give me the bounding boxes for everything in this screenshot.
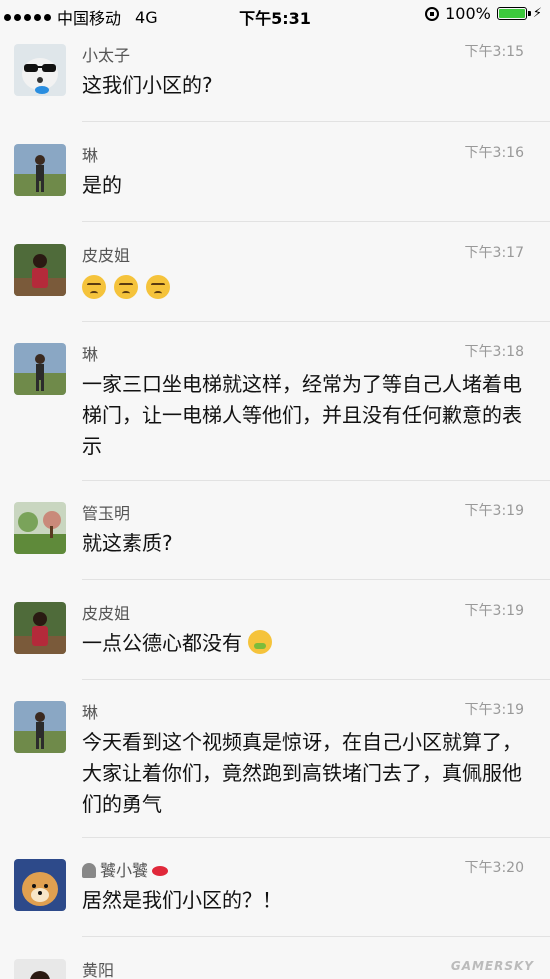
comment-text: 居然是我们小区的？！ bbox=[82, 888, 282, 912]
comment-text: 今天看到这个视频真是惊讶，在自己小区就算了，大家让着你们，竟然跑到高铁堵门去了，… bbox=[82, 730, 522, 816]
comment-item[interactable]: 琳 下午3:18 一家三口坐电梯就这样，经常为了等自己人堵着电梯门，让一电梯人等… bbox=[0, 341, 550, 481]
comment-author-text: 饕小饕 bbox=[100, 861, 149, 880]
comment-time: 下午3:15 bbox=[464, 44, 524, 60]
battery-fill bbox=[498, 9, 525, 18]
divider bbox=[82, 121, 550, 122]
comment-text: 是的 bbox=[82, 173, 122, 197]
comment-item[interactable]: 皮皮姐 下午3:17 bbox=[0, 242, 550, 322]
avatar[interactable] bbox=[14, 602, 66, 654]
comment-text bbox=[82, 270, 526, 301]
divider bbox=[82, 936, 550, 937]
watermark: GAMERSKY bbox=[450, 959, 534, 973]
avatar[interactable] bbox=[14, 44, 66, 96]
comment-author: 皮皮姐 bbox=[82, 246, 131, 265]
avatar[interactable] bbox=[14, 859, 66, 911]
comment-time: 下午3:16 bbox=[464, 145, 524, 161]
comment-author: 琳 bbox=[82, 146, 99, 165]
unamused-face-icon bbox=[114, 274, 138, 299]
unamused-face-icon bbox=[82, 274, 106, 299]
battery-percent: 100% bbox=[445, 4, 491, 23]
comment-text-content: 一点公德心都没有 bbox=[82, 631, 242, 655]
comment-item[interactable]: 琳 下午3:16 是的 bbox=[0, 142, 550, 222]
divider bbox=[82, 480, 550, 481]
comment-time: 下午3:19 bbox=[464, 503, 524, 519]
battery-icon bbox=[496, 7, 531, 20]
comment-text: 就这素质? bbox=[82, 531, 173, 555]
divider bbox=[82, 321, 550, 322]
divider bbox=[82, 679, 550, 680]
comment-item[interactable]: 饕小饕 下午3:20 居然是我们小区的？！ bbox=[0, 857, 550, 937]
orientation-lock-icon bbox=[425, 6, 440, 21]
divider bbox=[82, 579, 550, 580]
comment-time: 下午3:17 bbox=[464, 245, 524, 261]
comment-time: 下午3:19 bbox=[464, 603, 524, 619]
avatar[interactable] bbox=[14, 244, 66, 296]
avatar[interactable] bbox=[14, 144, 66, 196]
avatar[interactable] bbox=[14, 502, 66, 554]
comment-author: 皮皮姐 bbox=[82, 604, 131, 623]
comment-time: 下午3:19 bbox=[464, 702, 524, 718]
comment-text: 一点公德心都没有 bbox=[82, 628, 526, 659]
comment-author: 琳 bbox=[82, 703, 99, 722]
ghost-icon bbox=[82, 863, 96, 878]
comment-time: 下午3:20 bbox=[464, 860, 524, 876]
comment-author: 琳 bbox=[82, 345, 99, 364]
comment-item[interactable]: 皮皮姐 下午3:19 一点公德心都没有 bbox=[0, 600, 550, 680]
avatar[interactable] bbox=[14, 343, 66, 395]
comment-item[interactable]: 琳 下午3:19 今天看到这个视频真是惊讶，在自己小区就算了，大家让着你们，竟然… bbox=[0, 699, 550, 839]
divider bbox=[82, 837, 550, 838]
comment-item[interactable]: 管玉明 下午3:19 就这素质? bbox=[0, 500, 550, 580]
status-bar: 中国移动 4G 下午5:31 100% ⚡ bbox=[0, 0, 550, 30]
lips-icon bbox=[152, 866, 169, 876]
avatar[interactable] bbox=[14, 701, 66, 753]
comment-text: 一家三口坐电梯就这样，经常为了等自己人堵着电梯门，让一电梯人等他们，并且没有任何… bbox=[82, 372, 522, 458]
comment-author: 黄阳 bbox=[82, 961, 115, 979]
divider bbox=[82, 221, 550, 222]
charging-icon: ⚡ bbox=[532, 6, 542, 21]
comment-author: 管玉明 bbox=[82, 504, 131, 523]
comment-time: 下午3:18 bbox=[464, 344, 524, 360]
avatar[interactable] bbox=[14, 959, 66, 979]
comment-author: 饕小饕 bbox=[82, 857, 169, 881]
nauseated-face-icon bbox=[248, 630, 272, 654]
status-right: 100% ⚡ bbox=[425, 4, 542, 23]
comment-text: 这我们小区的? bbox=[82, 73, 213, 97]
comment-item[interactable]: 小太子 下午3:15 这我们小区的? bbox=[0, 40, 550, 122]
comment-author: 小太子 bbox=[82, 46, 131, 65]
unamused-face-icon bbox=[146, 274, 170, 299]
